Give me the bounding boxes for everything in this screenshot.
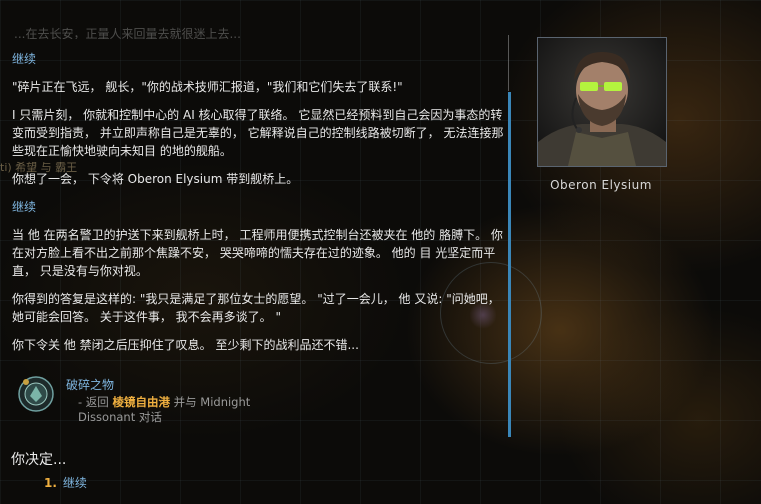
scroll-track (508, 35, 509, 91)
quest-token-icon (16, 374, 56, 414)
continue-link-2: 继续 (12, 200, 37, 214)
quest-location: 棱镜自由港 (112, 395, 170, 409)
dialog-line: 当 他 在两名警卫的护送下来到舰桥上时， 工程师用便携式控制台还被夹在 他的 胳… (12, 228, 503, 278)
dialog-log: 继续 "碎片正在飞远， 舰长，"你的战术技师汇报道，"我们和它们失去了联系!" … (12, 50, 504, 360)
dialog-scrollbar[interactable] (508, 92, 511, 437)
dialog-line: I 只需片刻， 你就和控制中心的 AI 核心取得了联络。 它显然已经预料到自己会… (12, 108, 504, 158)
quest-description: - 返回 棱镜自由港 并与 Midnight Dissonant 对话 (78, 395, 298, 425)
decision-option-1[interactable]: 1. 继续 (44, 474, 87, 491)
dialog-line: 你得到的答复是这样的: "我只是满足了那位女士的愿望。 "过了一会儿， 他 又说… (12, 292, 500, 324)
dialog-line: 你下令关 他 禁闭之后压抑住了叹息。 至少剩下的战利品还不错... (12, 338, 359, 352)
character-portrait (537, 37, 667, 167)
quest-desc-prefix: - 返回 (78, 395, 113, 409)
quest-title: 破碎之物 (66, 378, 115, 392)
option-label: 继续 (62, 476, 87, 490)
dialog-line: 你想了一会， 下令将 Oberon Elysium 带到舰桥上。 (12, 172, 299, 186)
option-number: 1. (44, 476, 57, 490)
quest-entry[interactable]: 破碎之物 - 返回 棱镜自由港 并与 Midnight Dissonant 对话 (16, 372, 316, 428)
faded-previous-text: ...在去长安，正量人来回量去就很迷上去... (14, 27, 241, 39)
decision-heading: 你决定... (11, 452, 67, 468)
continue-link-1: 继续 (12, 52, 37, 66)
dialog-line: "碎片正在飞远， 舰长，"你的战术技师汇报道，"我们和它们失去了联系!" (12, 80, 403, 94)
game-screen: ti) 希望 与 霸王 ...在去长安，正量人来回量去就很迷上去... 继续 "… (0, 0, 761, 504)
portrait-name: Oberon Elysium (550, 178, 652, 192)
